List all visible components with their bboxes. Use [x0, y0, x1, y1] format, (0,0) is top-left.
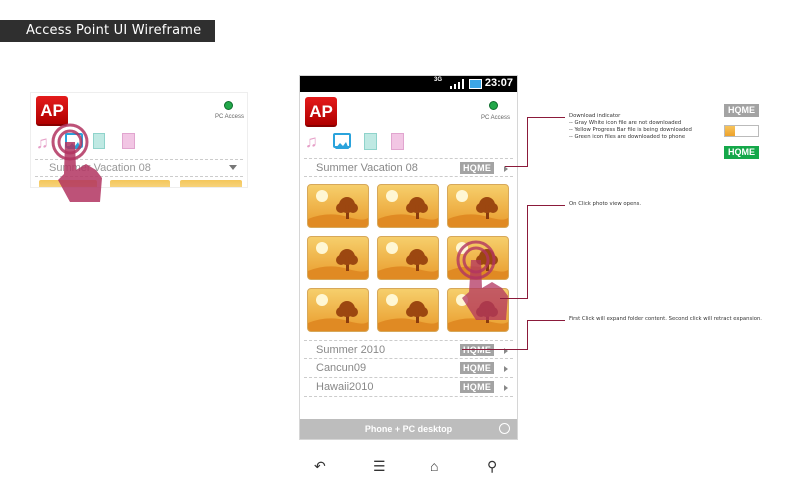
document-icon[interactable]	[391, 133, 404, 150]
hqme-badge: HQME	[460, 162, 495, 174]
folder-expand-note: First Click will expand folder content. …	[569, 316, 762, 322]
photo-thumbnail[interactable]	[377, 236, 439, 280]
home-icon[interactable]: ⌂	[430, 458, 438, 474]
hqme-badge: HQME	[460, 362, 495, 374]
annotation-connector	[527, 320, 528, 350]
music-note-icon[interactable]: ♫	[305, 133, 318, 151]
hqme-badge: HQME	[460, 344, 495, 356]
photo-view-note: On Click photo view opens.	[569, 201, 642, 207]
photo-thumbnail[interactable]	[447, 184, 509, 228]
touch-hand-icon	[456, 240, 508, 320]
note-line: -- Yellow Progress Bar file is being dow…	[569, 127, 692, 133]
folder-row-cancun09[interactable]: Cancun09 HQME	[304, 359, 513, 378]
download-indicator-note: Download indicator -- Gray White icon fi…	[569, 113, 692, 141]
pc-access-label: PC Access	[481, 115, 511, 121]
photo-thumbnail	[110, 180, 170, 187]
back-icon[interactable]: ↶	[314, 458, 326, 475]
hqme-badge: HQME	[460, 381, 495, 393]
folder-row-hawaii2010[interactable]: Hawaii2010 HQME	[304, 378, 513, 397]
document-icon[interactable]	[122, 133, 135, 149]
chevron-right-icon	[504, 385, 508, 391]
annotation-connector	[500, 298, 527, 299]
film-icon[interactable]	[364, 133, 377, 150]
chevron-right-icon	[504, 366, 508, 372]
network-indicator: 3G	[434, 77, 443, 83]
legend-progress-bar	[724, 125, 759, 137]
circle-arrow-icon[interactable]	[499, 423, 510, 434]
phone-pc-desktop-bar[interactable]: Phone + PC desktop	[300, 419, 517, 439]
folder-label: Summer Vacation 08	[316, 162, 418, 174]
legend-green-badge: HQME	[724, 146, 759, 159]
note-line: -- Gray White icon file are not download…	[569, 120, 682, 126]
annotation-connector	[527, 205, 528, 299]
pc-access-label: PC Access	[215, 114, 245, 120]
touch-hand-icon	[51, 123, 102, 202]
photo-thumbnail[interactable]	[377, 288, 439, 332]
bottom-bar-label: Phone + PC desktop	[364, 424, 453, 434]
photo-thumbnail[interactable]	[307, 288, 369, 332]
menu-icon[interactable]: ☰	[373, 458, 386, 475]
pc-access-status-icon	[224, 101, 233, 110]
ap-logo: AP	[305, 97, 337, 127]
photo-thumbnail[interactable]	[307, 184, 369, 228]
image-icon[interactable]	[333, 133, 351, 149]
signal-icon	[450, 79, 464, 89]
annotation-connector	[527, 320, 565, 321]
photo-thumbnail	[180, 180, 242, 187]
search-icon[interactable]: ⚲	[487, 458, 497, 475]
progress-fill	[725, 126, 735, 136]
photo-thumbnail[interactable]	[307, 236, 369, 280]
note-line: -- Green icon files are downloaded to ph…	[569, 134, 686, 140]
annotation-connector	[527, 117, 565, 118]
clock: 23:07	[484, 77, 513, 89]
legend-gray-badge: HQME	[724, 104, 759, 117]
music-note-icon[interactable]: ♫	[36, 134, 49, 152]
status-bar: 3G 23:07	[300, 76, 517, 92]
folder-label: Summer 2010	[316, 344, 386, 356]
annotation-connector	[527, 117, 528, 167]
folder-label: Cancun09	[316, 362, 367, 374]
annotation-connector	[462, 349, 527, 350]
photo-thumbnail[interactable]	[377, 184, 439, 228]
chevron-down-icon	[229, 165, 237, 170]
pc-access-status-icon	[489, 101, 498, 110]
annotation-connector	[505, 166, 527, 167]
folder-row-summer-vacation-08[interactable]: Summer Vacation 08 HQME	[304, 158, 513, 177]
folder-label: Hawaii2010	[316, 381, 374, 393]
annotation-connector	[527, 205, 565, 206]
battery-icon	[469, 79, 482, 89]
wireframe-title: Access Point UI Wireframe	[0, 20, 215, 42]
note-title: Download indicator	[569, 113, 621, 119]
